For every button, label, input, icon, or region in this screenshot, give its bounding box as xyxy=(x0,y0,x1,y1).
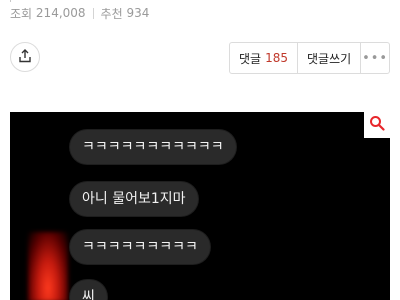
post-stats: 조회 214,008 추천 934 xyxy=(10,4,149,22)
comments-count: 185 xyxy=(265,51,288,65)
share-button[interactable] xyxy=(10,42,40,72)
chat-bubble-3: ㅋㅋㅋㅋㅋㅋㅋㅋㅋ xyxy=(70,230,210,264)
red-flame-graphic xyxy=(28,232,68,300)
chat-bubble-2: 아니 물어보1지마 xyxy=(70,182,198,216)
views-label: 조회 xyxy=(10,6,33,21)
write-comment-button[interactable]: 댓글쓰기 xyxy=(297,43,360,73)
comments-label: 댓글 xyxy=(239,51,262,66)
views-value: 214,008 xyxy=(35,6,86,20)
partial-header-fragment xyxy=(10,0,25,2)
zoom-button[interactable] xyxy=(364,112,390,138)
chat-bubble-4: 씨 xyxy=(70,280,107,300)
recommend-label: 추천 xyxy=(100,6,123,21)
comment-actions: 댓글 185 댓글쓰기 ••• xyxy=(229,42,390,74)
recommend-value: 934 xyxy=(126,6,150,20)
stats-divider xyxy=(92,7,94,19)
post-image[interactable]: ㅋㅋㅋㅋㅋㅋㅋㅋㅋㅋㅋ 아니 물어보1지마 ㅋㅋㅋㅋㅋㅋㅋㅋㅋ 씨 xyxy=(10,112,390,300)
comments-button[interactable]: 댓글 185 xyxy=(230,43,297,73)
share-icon xyxy=(18,48,32,67)
more-options-button[interactable]: ••• xyxy=(360,43,389,73)
chat-bubble-1: ㅋㅋㅋㅋㅋㅋㅋㅋㅋㅋㅋ xyxy=(70,130,236,164)
search-icon xyxy=(369,115,385,135)
